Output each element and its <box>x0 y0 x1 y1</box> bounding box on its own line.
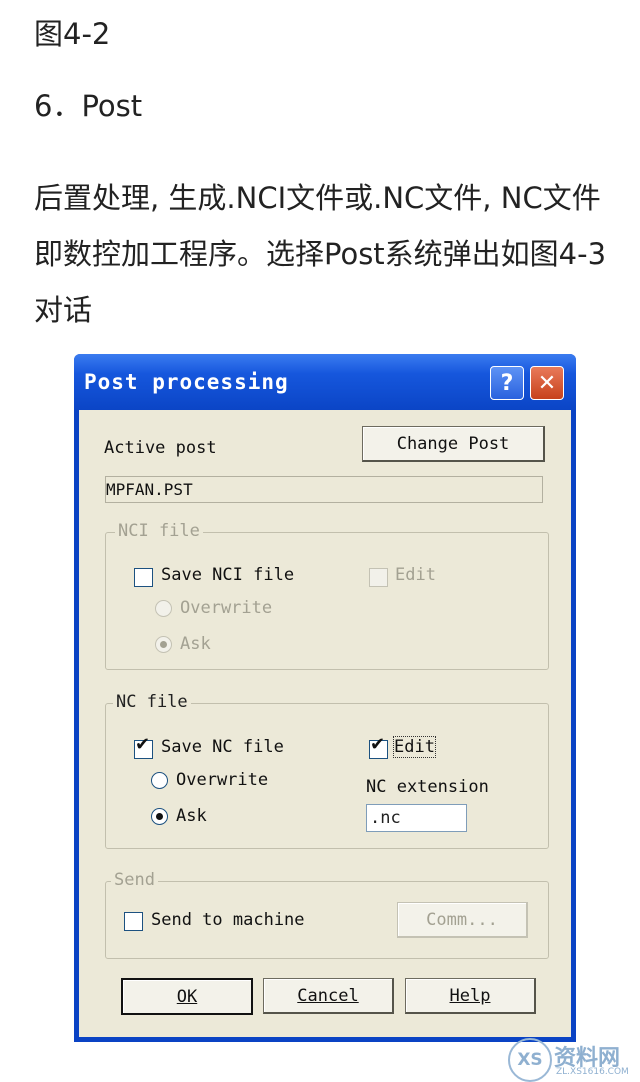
nci-ask-radio[interactable] <box>155 636 172 653</box>
save-nci-file-checkbox[interactable] <box>134 568 153 587</box>
nci-file-group <box>105 532 549 670</box>
watermark-subtext: ZL.XS1616.COM <box>556 1067 629 1077</box>
post-processing-dialog: Post processing ? ✕ Active post Change P… <box>74 354 576 1042</box>
change-post-label: Change Post <box>396 433 510 454</box>
save-nc-file-label: Save NC file <box>161 737 284 757</box>
active-post-value: MPFAN.PST <box>106 480 193 499</box>
checkmark-icon: ✔ <box>370 734 386 755</box>
comm-button[interactable]: Comm... <box>397 902 528 938</box>
radio-dot-icon <box>160 641 167 648</box>
nci-overwrite-label: Overwrite <box>180 598 273 618</box>
section-heading: 6．Post <box>34 89 143 123</box>
cancel-label: Cancel <box>297 985 359 1006</box>
save-nc-file-checkbox[interactable]: ✔ <box>134 736 153 759</box>
help-label: Help <box>449 985 491 1006</box>
radio-dot-icon <box>156 813 163 820</box>
nc-overwrite-radio[interactable] <box>151 772 168 789</box>
dialog-title: Post processing <box>84 370 289 394</box>
checkmark-icon: ✔ <box>135 734 151 755</box>
help-icon[interactable]: ? <box>490 366 524 400</box>
nci-edit-checkbox[interactable] <box>369 568 388 587</box>
active-post-field: MPFAN.PST <box>105 476 543 503</box>
send-group-label: Send <box>111 870 158 890</box>
help-button[interactable]: Help <box>405 978 536 1014</box>
nc-file-group <box>105 703 549 849</box>
nci-edit-label: Edit <box>395 565 436 585</box>
dialog-body: Active post Change Post MPFAN.PST NCI fi… <box>79 410 571 1037</box>
save-nci-file-label: Save NCI file <box>161 565 295 585</box>
watermark: XS 资料网 ZL.XS1616.COM <box>504 1036 636 1082</box>
change-post-button[interactable]: Change Post <box>362 426 545 462</box>
nci-overwrite-radio[interactable] <box>155 600 172 617</box>
send-to-machine-checkbox[interactable] <box>124 912 143 931</box>
ok-label: OK <box>176 986 198 1007</box>
nc-ask-radio[interactable] <box>151 808 168 825</box>
nc-overwrite-label: Overwrite <box>176 770 269 790</box>
body-paragraph: 后置处理, 生成.NCI文件或.NC文件, NC文件即数控加工程序。选择Post… <box>34 181 607 327</box>
nc-ask-label: Ask <box>176 806 207 826</box>
nc-file-group-label: NC file <box>113 692 191 712</box>
nci-ask-label: Ask <box>180 634 211 654</box>
nci-file-group-label: NCI file <box>115 521 203 541</box>
nc-extension-label: NC extension <box>366 777 489 797</box>
active-post-label: Active post <box>104 438 217 458</box>
figure-caption-4-2: 图4-2 <box>34 17 111 51</box>
cancel-button[interactable]: Cancel <box>263 978 394 1014</box>
ok-button[interactable]: OK <box>121 978 253 1015</box>
nc-edit-checkbox[interactable]: ✔ <box>369 736 388 759</box>
dialog-titlebar[interactable]: Post processing ? ✕ <box>74 354 576 410</box>
comm-label: Comm... <box>426 909 498 930</box>
watermark-logo-icon: XS <box>508 1038 552 1082</box>
send-to-machine-label: Send to machine <box>151 910 305 930</box>
close-icon[interactable]: ✕ <box>530 366 564 400</box>
nc-edit-label: Edit <box>393 736 436 758</box>
nc-extension-input[interactable]: .nc <box>366 804 467 832</box>
